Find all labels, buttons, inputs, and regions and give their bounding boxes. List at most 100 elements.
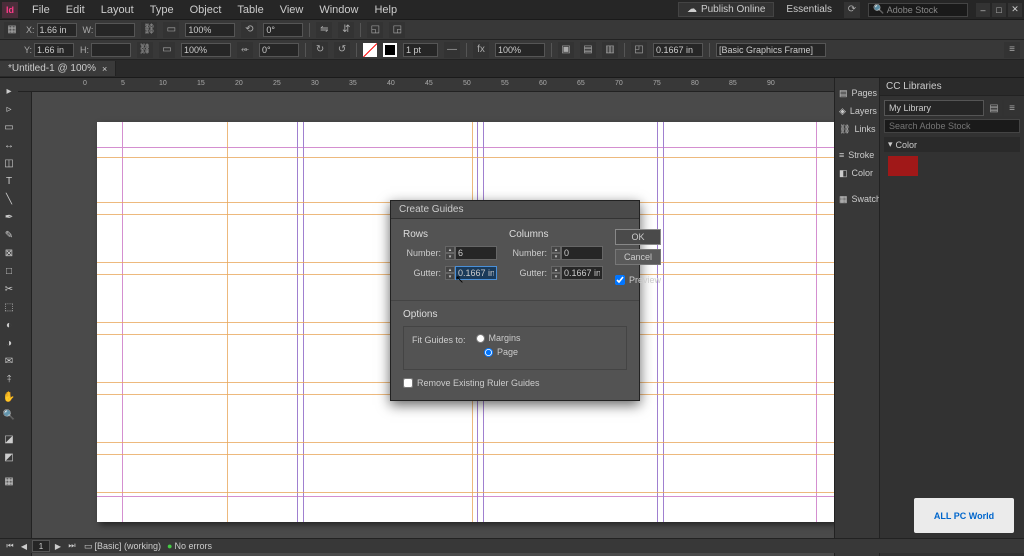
flip-v-icon[interactable]: ⇵ [338, 22, 354, 38]
zoom-tool[interactable]: 🔍 [1, 407, 17, 423]
ruler-vertical[interactable] [18, 92, 32, 556]
preview-checkbox[interactable] [615, 275, 625, 285]
shear-icon[interactable]: ⬰ [237, 42, 253, 58]
stroke-panel-tab[interactable]: ≡Stroke [835, 146, 879, 164]
y-input[interactable] [34, 43, 74, 57]
margin-guide-top[interactable] [97, 147, 834, 148]
page-number-input[interactable] [32, 540, 50, 552]
hand-tool[interactable]: ✋ [1, 389, 17, 405]
rows-gutter-up[interactable]: ▴ [445, 266, 455, 273]
rotate-input[interactable] [263, 23, 303, 37]
menu-edit[interactable]: Edit [58, 0, 93, 20]
stroke-style-icon[interactable]: — [444, 42, 460, 58]
eyedropper-tool[interactable]: ⤉ [1, 371, 17, 387]
color-section-header[interactable]: ▾ Color [884, 137, 1020, 152]
pencil-tool[interactable]: ✎ [1, 227, 17, 243]
ruler-guide-h[interactable] [97, 492, 834, 493]
rows-number-down[interactable]: ▾ [445, 253, 455, 260]
corners-icon[interactable]: ◰ [631, 42, 647, 58]
stroke-weight-input[interactable] [403, 43, 438, 57]
rotate-cw-icon[interactable]: ↻ [312, 42, 328, 58]
constrain-icon[interactable]: ⛓ [141, 22, 157, 38]
ruler-guide-h[interactable] [97, 157, 834, 158]
workspace-selector[interactable]: Essentials [782, 4, 836, 15]
next-page-button[interactable]: ▶ [52, 540, 64, 552]
rectangle-frame-tool[interactable]: ⊠ [1, 245, 17, 261]
cols-number-up[interactable]: ▴ [551, 246, 561, 253]
rows-number-input[interactable] [455, 246, 497, 260]
ruler-guide-h[interactable] [97, 442, 834, 443]
scale-x-input[interactable] [185, 23, 235, 37]
remove-guides-checkbox-label[interactable]: Remove Existing Ruler Guides [403, 378, 627, 388]
first-page-button[interactable]: ⏮ [4, 540, 16, 552]
page-tool[interactable]: ▭ [1, 119, 17, 135]
page-radio-label[interactable]: Page [484, 347, 618, 357]
rows-number-up[interactable]: ▴ [445, 246, 455, 253]
library-color-swatch[interactable] [888, 156, 918, 176]
last-page-button[interactable]: ⏭ [66, 540, 78, 552]
reference-point-icon[interactable]: ▦ [4, 22, 20, 38]
sync-settings-icon[interactable]: ⟳ [844, 2, 860, 18]
prev-page-button[interactable]: ◀ [18, 540, 30, 552]
select-container-icon[interactable]: ◱ [367, 22, 383, 38]
menu-layout[interactable]: Layout [93, 0, 142, 20]
opacity-input[interactable] [495, 43, 545, 57]
cc-libraries-tab[interactable]: CC Libraries [880, 78, 1024, 96]
margins-radio[interactable] [476, 334, 485, 343]
page-radio[interactable] [484, 348, 493, 357]
preflight-status[interactable]: ● No errors [167, 541, 212, 551]
gradient-feather-tool[interactable]: ◑ [1, 335, 17, 351]
content-collector-tool[interactable]: ◫ [1, 155, 17, 171]
cols-gutter-down[interactable]: ▾ [551, 273, 561, 280]
flip-h-icon[interactable]: ⇋ [316, 22, 332, 38]
rows-gutter-down[interactable]: ▾ [445, 273, 455, 280]
cols-gutter-input[interactable] [561, 266, 603, 280]
note-tool[interactable]: ✉ [1, 353, 17, 369]
rotate-icon[interactable]: ⟲ [241, 22, 257, 38]
swatches-panel-tab[interactable]: ▦Swatches [835, 190, 879, 208]
rectangle-tool[interactable]: □ [1, 263, 17, 279]
ruler-guide-v[interactable] [227, 122, 228, 522]
maximize-button[interactable]: □ [992, 3, 1006, 17]
constrain2-icon[interactable]: ⛓ [137, 42, 153, 58]
menu-help[interactable]: Help [366, 0, 405, 20]
menu-table[interactable]: Table [229, 0, 271, 20]
minimize-button[interactable]: – [976, 3, 990, 17]
gap-tool[interactable]: ↔ [1, 137, 17, 153]
gradient-swatch-tool[interactable]: ◐ [1, 317, 17, 333]
menu-view[interactable]: View [272, 0, 312, 20]
cols-gutter-up[interactable]: ▴ [551, 266, 561, 273]
cols-number-input[interactable] [561, 246, 603, 260]
stock-search-input[interactable]: 🔍 Adobe Stock [868, 3, 968, 17]
document-tab[interactable]: *Untitled-1 @ 100% × [0, 61, 116, 76]
ok-button[interactable]: OK [615, 229, 661, 245]
scale2-icon[interactable]: ▭ [159, 42, 175, 58]
color-panel-tab[interactable]: ◧Color [835, 164, 879, 182]
margin-guide-bottom[interactable] [97, 496, 834, 497]
object-style-select[interactable] [716, 43, 826, 57]
scale-icon[interactable]: ▭ [163, 22, 179, 38]
ruler-horizontal[interactable]: 0 5 10 15 20 25 30 35 40 45 50 55 60 65 … [18, 78, 834, 92]
library-select[interactable] [884, 100, 984, 116]
select-content-icon[interactable]: ◲ [389, 22, 405, 38]
shear-input[interactable] [259, 43, 299, 57]
effects-icon[interactable]: fx [473, 42, 489, 58]
cancel-button[interactable]: Cancel [615, 249, 661, 265]
text-wrap-none-icon[interactable]: ▣ [558, 42, 574, 58]
close-tab-button[interactable]: × [102, 64, 107, 74]
scissors-tool[interactable]: ✂ [1, 281, 17, 297]
w-input[interactable] [95, 23, 135, 37]
fill-swatch[interactable] [363, 43, 377, 57]
library-search-input[interactable] [884, 119, 1020, 133]
cols-number-down[interactable]: ▾ [551, 253, 561, 260]
free-transform-tool[interactable]: ⬚ [1, 299, 17, 315]
type-tool[interactable]: T [1, 173, 17, 189]
menu-object[interactable]: Object [182, 0, 230, 20]
control-menu-icon[interactable]: ≡ [1004, 42, 1020, 58]
ruler-guide-h[interactable] [97, 454, 834, 455]
publish-online-button[interactable]: ☁ Publish Online [678, 2, 774, 17]
fill-stroke-toggle[interactable]: ◪ [1, 431, 17, 447]
scale-y-input[interactable] [181, 43, 231, 57]
menu-window[interactable]: Window [311, 0, 366, 20]
text-wrap-bbox-icon[interactable]: ▤ [580, 42, 596, 58]
